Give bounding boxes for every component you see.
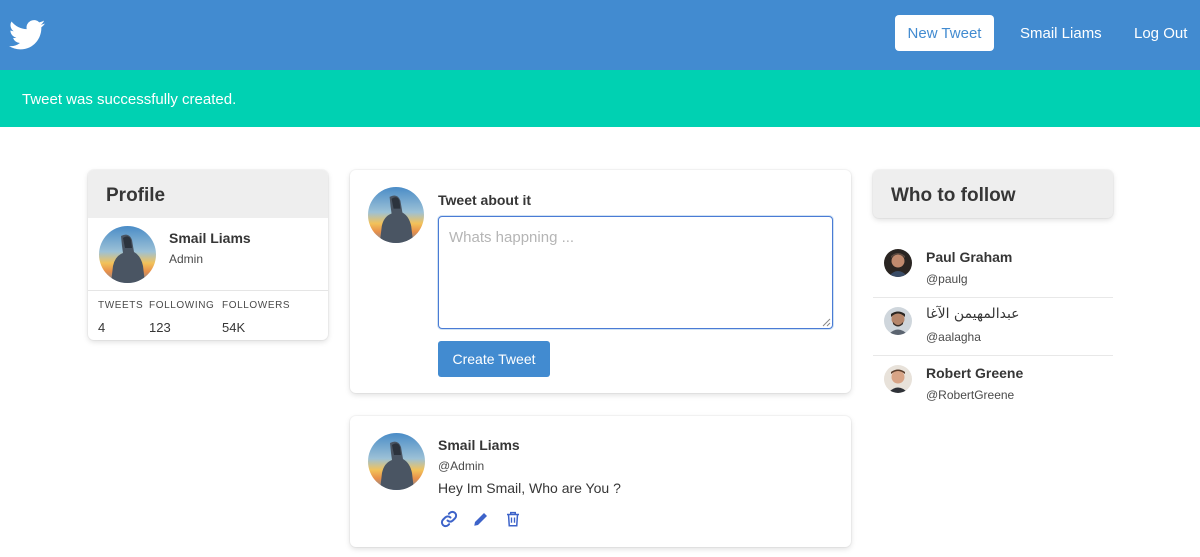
follow-name[interactable]: Paul Graham	[926, 249, 1012, 265]
profile-info: Smail Liams Admin	[88, 218, 328, 291]
link-icon[interactable]	[440, 510, 458, 528]
follow-suggestion[interactable]: عبدالمهيمن الآغا @aalagha	[873, 298, 1113, 356]
follow-name[interactable]: عبدالمهيمن الآغا	[926, 306, 1020, 322]
twitter-bird-icon[interactable]	[9, 19, 45, 51]
tweet-handle: @Admin	[438, 459, 485, 473]
stat-following-value: 123	[149, 320, 171, 335]
tweet-textarea[interactable]	[438, 216, 833, 329]
trash-icon[interactable]	[504, 510, 522, 528]
stat-following-label: FOLLOWING	[149, 300, 215, 311]
profile-card-title: Profile	[88, 170, 328, 218]
who-to-follow-header: Who to follow	[873, 170, 1113, 218]
stat-followers-label: FOLLOWERS	[222, 300, 291, 311]
follow-handle: @aalagha	[926, 330, 981, 344]
stat-followers-value: 54K	[222, 320, 246, 335]
current-user-link[interactable]: Smail Liams	[1020, 25, 1102, 42]
follow-avatar[interactable]	[884, 249, 912, 277]
notification-message: Tweet was successfully created.	[22, 91, 237, 108]
compose-title: Tweet about it	[438, 192, 532, 208]
tweet-text: Hey Im Smail, Who are You ?	[438, 480, 621, 496]
stat-tweets-value: 4	[98, 320, 106, 335]
compose-avatar	[368, 187, 424, 243]
follow-suggestion[interactable]: Robert Greene @RobertGreene	[873, 356, 1113, 414]
compose-tweet-card: Tweet about it Create Tweet	[350, 170, 851, 393]
profile-card: Profile Smail Liams Admin TWEETS 4 FOLLO…	[88, 170, 328, 340]
follow-avatar[interactable]	[884, 307, 912, 335]
top-navbar: New Tweet Smail Liams Log Out	[0, 0, 1200, 70]
tweet-author[interactable]: Smail Liams	[438, 437, 520, 453]
follow-avatar[interactable]	[884, 365, 912, 393]
follow-suggestion[interactable]: Paul Graham @paulg	[873, 240, 1113, 298]
new-tweet-button[interactable]: New Tweet	[895, 15, 994, 51]
profile-stats: TWEETS 4 FOLLOWING 123 FOLLOWERS 54K	[88, 291, 328, 340]
follow-handle: @RobertGreene	[926, 388, 1015, 402]
stat-tweets-label: TWEETS	[98, 300, 144, 311]
who-to-follow-title: Who to follow	[891, 185, 1016, 206]
profile-name: Smail Liams	[169, 230, 251, 246]
pencil-icon[interactable]	[472, 510, 490, 528]
tweet-avatar[interactable]	[368, 433, 425, 490]
follow-name[interactable]: Robert Greene	[926, 365, 1023, 381]
profile-avatar[interactable]	[99, 226, 156, 283]
follow-handle: @paulg	[926, 272, 968, 286]
success-notification: Tweet was successfully created.	[0, 70, 1200, 127]
tweet-card: Smail Liams @Admin Hey Im Smail, Who are…	[350, 416, 851, 547]
create-tweet-button[interactable]: Create Tweet	[438, 341, 550, 377]
profile-role: Admin	[169, 252, 204, 266]
logout-link[interactable]: Log Out	[1134, 25, 1187, 42]
